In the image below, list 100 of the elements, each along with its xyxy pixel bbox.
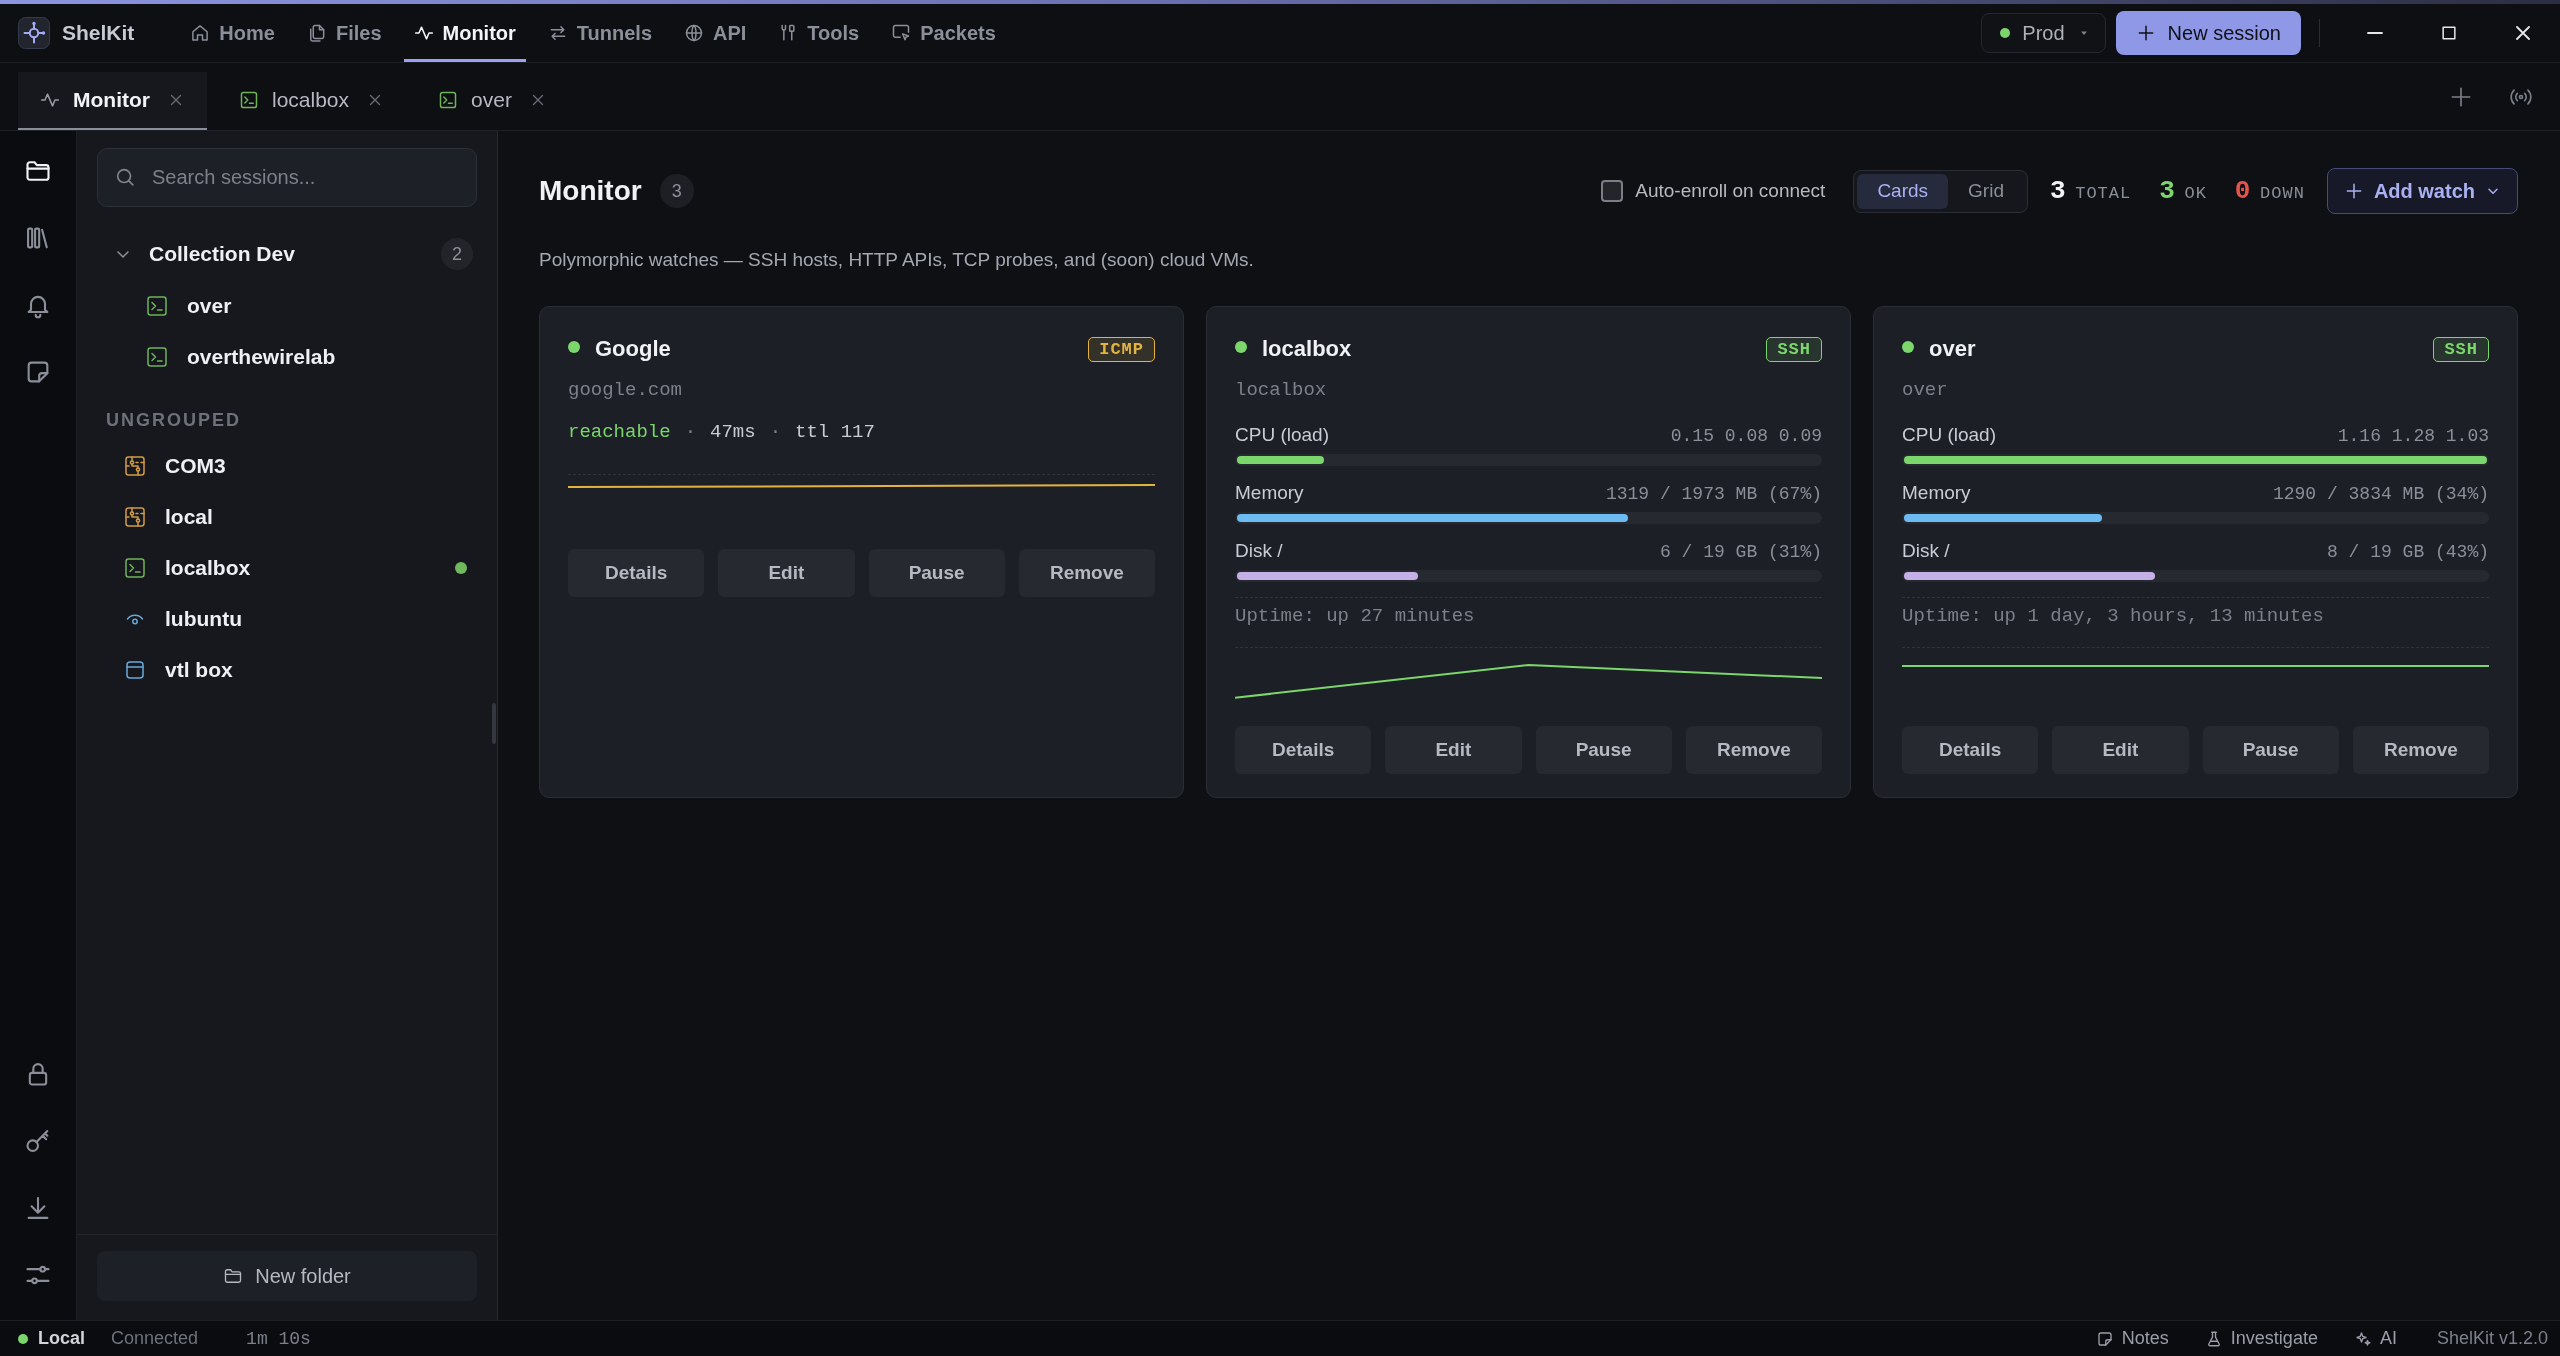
view-toggle[interactable]: Grid <box>1948 173 2024 209</box>
session-item[interactable]: vtl box <box>97 644 477 695</box>
session-item[interactable]: COM3 <box>97 440 477 491</box>
sticky-note-icon <box>2095 1329 2114 1348</box>
protocol-tag: ICMP <box>1088 336 1155 362</box>
nav-tab[interactable]: Tools <box>768 4 870 62</box>
host-text: google.com <box>568 378 684 402</box>
tab[interactable]: localbox <box>217 72 407 130</box>
environment-selector[interactable]: Prod <box>1981 13 2106 53</box>
metric-label: CPU (load) <box>1235 423 1329 447</box>
stat-counter: 0 DOWN <box>2234 176 2305 206</box>
view-toggle[interactable]: Cards <box>1857 173 1949 209</box>
card-action-button[interactable]: Details <box>568 549 705 597</box>
search-field[interactable]: Search sessions... <box>97 148 477 207</box>
logo-icon <box>18 17 50 49</box>
terminal-icon <box>145 293 169 318</box>
probe-value: 47ms <box>710 420 756 444</box>
separator-dot: · <box>769 420 782 444</box>
terminal-icon <box>145 344 169 369</box>
status-bar-button[interactable]: Notes <box>2095 1328 2169 1349</box>
host-text: over <box>1902 378 1949 402</box>
probe-value: ttl 117 <box>795 420 875 444</box>
home-icon <box>190 23 211 43</box>
pulse-icon <box>413 23 434 43</box>
probe-status: reachable <box>568 420 671 444</box>
circuit-board-icon <box>123 504 147 529</box>
metric-label: Disk / <box>1235 539 1283 563</box>
session-item[interactable]: local <box>97 491 477 542</box>
card-action-button[interactable]: Remove <box>2352 726 2489 774</box>
count-badge: 2 <box>441 238 473 270</box>
count-badge: 3 <box>659 174 694 208</box>
terminal-icon <box>123 555 147 580</box>
metric-label: CPU (load) <box>1902 423 1996 447</box>
checkbox-label[interactable]: Auto-enroll on connect <box>1635 180 1826 202</box>
nav-tab[interactable]: Files <box>296 4 392 62</box>
status-bar-button[interactable]: Investigate <box>2204 1328 2318 1349</box>
terminal-icon <box>239 90 259 110</box>
sparkle-icon <box>2353 1329 2372 1348</box>
card-action-button[interactable]: Edit <box>718 549 855 597</box>
metric-label: Disk / <box>1902 539 1950 563</box>
terminal-icon <box>438 90 459 110</box>
card-action-button[interactable]: Details <box>1235 726 1372 774</box>
metric-reading: 1.16 1.28 1.03 <box>2337 425 2489 448</box>
search-icon <box>114 166 136 188</box>
circuit-board-icon <box>123 453 147 478</box>
uptime-text: Uptime: up 1 day, 3 hours, 13 minutes <box>1902 605 2324 627</box>
nav-tab[interactable]: Home <box>180 4 285 62</box>
globe-icon <box>684 23 704 43</box>
page-description: Polymorphic watches — SSH hosts, HTTP APIs, TCP probes, and (soon) cloud VMs. <box>539 248 1255 272</box>
host-text: localbox <box>1235 378 1328 402</box>
card-title: Google <box>595 336 671 362</box>
session-item[interactable]: localbox <box>97 542 477 593</box>
protocol-tag: SSH <box>1766 336 1822 362</box>
separator-dot: · <box>684 420 697 444</box>
session-item[interactable]: lubuntu <box>97 593 477 644</box>
tab[interactable]: over <box>416 72 569 130</box>
maximize-icon[interactable] <box>2439 23 2459 43</box>
connection-name: Local <box>38 1328 85 1349</box>
folder-icon <box>223 1266 244 1286</box>
metric-reading: 1290 / 3834 MB (34%) <box>2272 483 2489 506</box>
nav-tab[interactable]: Packets <box>881 4 1006 62</box>
nav-tab[interactable]: API <box>674 4 757 62</box>
group-header[interactable]: Collection Dev 2 <box>97 228 477 280</box>
session-item[interactable]: overthewirelab <box>97 331 477 382</box>
add-watch-button[interactable]: Add watch <box>2326 168 2518 214</box>
card-action-button[interactable]: Edit <box>1385 726 1522 774</box>
nav-tab[interactable]: Tunnels <box>537 4 662 62</box>
metric-reading: 1319 / 1973 MB (67%) <box>1605 483 1822 506</box>
metric-reading: 0.15 0.08 0.09 <box>1670 425 1822 448</box>
metric-reading: 6 / 19 GB (31%) <box>1659 541 1822 564</box>
card-action-button[interactable]: Details <box>1902 726 2039 774</box>
uptime-text: Uptime: up 27 minutes <box>1235 605 1475 627</box>
card-title: localbox <box>1262 336 1352 362</box>
stat-counter: 3 TOTAL <box>2050 176 2132 206</box>
card-title: over <box>1929 336 1976 362</box>
app-name: ShelKit <box>62 21 135 45</box>
session-timer: 1m 10s <box>246 1328 311 1349</box>
card-action-button[interactable]: Remove <box>1018 549 1155 597</box>
monitor-cursor-icon <box>891 23 912 43</box>
metric-label: Memory <box>1235 481 1304 505</box>
page-title: Monitor <box>539 175 642 207</box>
section-label: UNGROUPED <box>105 410 242 431</box>
new-folder-button[interactable]: New folder <box>97 1251 477 1301</box>
status-bar-button[interactable]: AI <box>2353 1328 2397 1349</box>
protocol-tag: SSH <box>2433 336 2489 362</box>
card-action-button[interactable]: Pause <box>868 549 1005 597</box>
pulse-icon <box>40 90 60 110</box>
tab[interactable]: Monitor <box>18 72 207 130</box>
checkbox[interactable] <box>1601 180 1624 202</box>
connection-state: Connected <box>111 1328 199 1349</box>
session-item[interactable]: over <box>97 280 477 331</box>
card-action-button[interactable]: Pause <box>1535 726 1672 774</box>
new-session-button[interactable]: New session <box>2115 11 2301 55</box>
card-action-button[interactable]: Pause <box>2202 726 2339 774</box>
card-action-button[interactable]: Remove <box>1685 726 1822 774</box>
card-action-button[interactable]: Edit <box>2052 726 2189 774</box>
metric-label: Memory <box>1902 481 1971 505</box>
stat-counter: 3 OK <box>2159 176 2207 206</box>
version-text: ShelKit v1.2.0 <box>2436 1328 2548 1349</box>
metric-reading: 8 / 19 GB (43%) <box>2326 541 2489 564</box>
